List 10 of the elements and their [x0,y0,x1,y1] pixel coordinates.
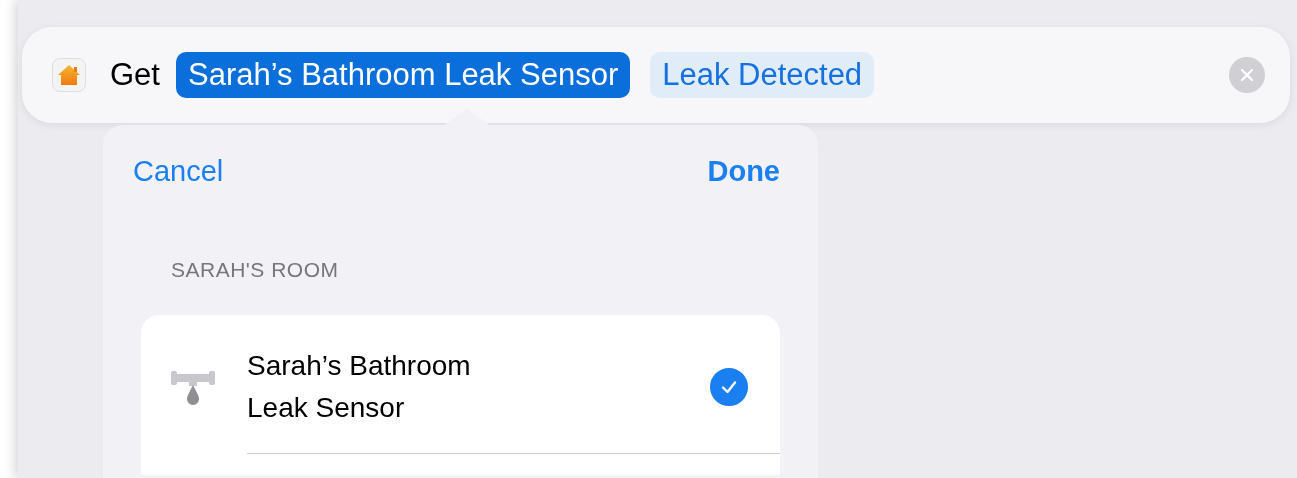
done-button[interactable]: Done [707,155,780,188]
action-label: Get [110,57,160,93]
device-name[interactable]: Sarah’s Bathroom Leak Sensor [247,345,710,429]
close-icon [1240,68,1254,82]
section-header: SARAH'S ROOM [171,258,340,282]
home-app-icon [52,58,86,92]
cancel-button[interactable]: Cancel [133,155,224,188]
parameter-token[interactable]: Leak Detected [650,52,875,98]
parameter-token[interactable]: Sarah’s Bathroom Leak Sensor [175,52,631,98]
checkmark-icon[interactable] [710,368,748,406]
